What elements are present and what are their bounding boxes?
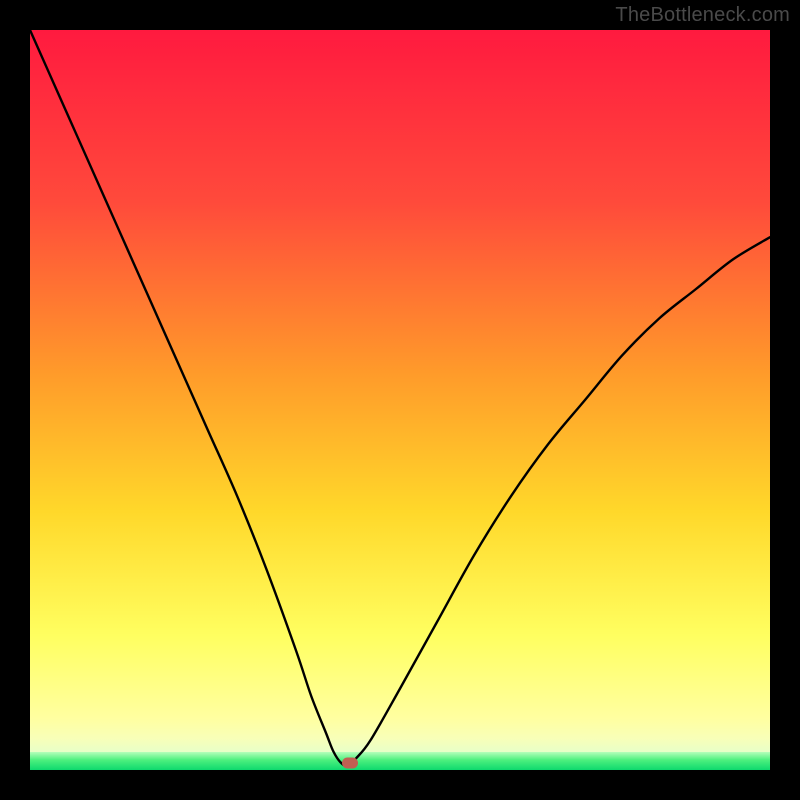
plot-area <box>30 30 770 770</box>
bottleneck-curve <box>30 30 770 770</box>
optimal-marker <box>342 758 358 769</box>
chart-frame: TheBottleneck.com <box>0 0 800 800</box>
watermark-text: TheBottleneck.com <box>615 4 790 27</box>
